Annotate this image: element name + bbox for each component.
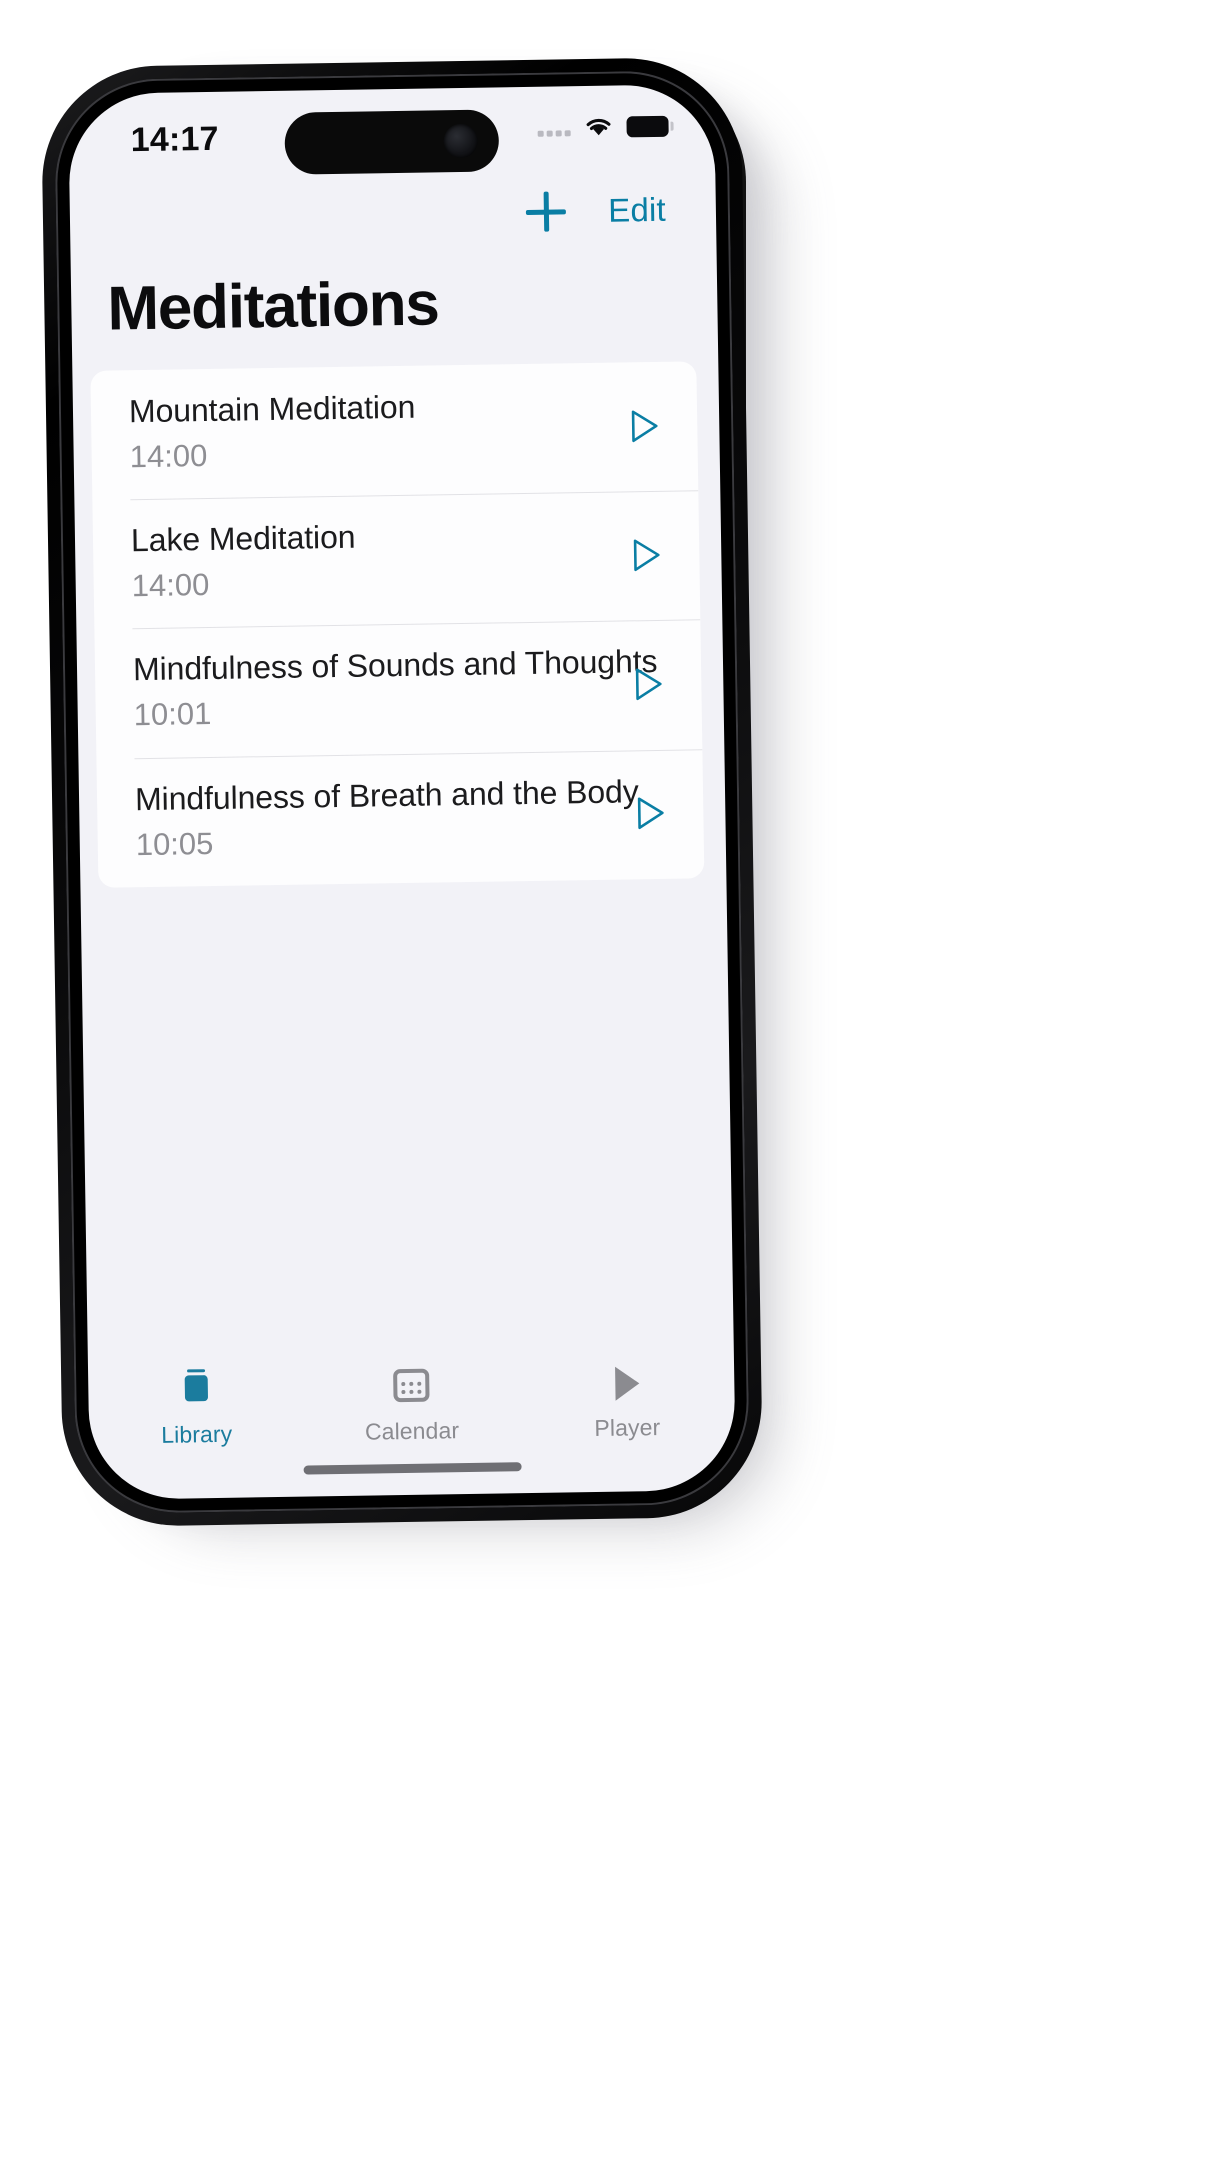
tab-calendar[interactable]: Calendar: [303, 1363, 520, 1446]
calendar-icon: [390, 1365, 433, 1410]
dynamic-island: [284, 109, 500, 175]
screenshot-canvas: 14:17 Edit Meditations Mountain Meditati…: [0, 0, 1216, 2160]
play-triangle-icon: [635, 668, 662, 701]
meditation-duration: 14:00: [131, 567, 210, 604]
tab-label: Calendar: [364, 1417, 460, 1445]
list-item[interactable]: Mindfulness of Sounds and Thoughts 10:01: [94, 620, 702, 759]
list-item[interactable]: Mountain Meditation 14:00: [90, 361, 698, 500]
play-triangle-icon: [631, 410, 658, 442]
meditation-title: Mountain Meditation: [128, 388, 416, 430]
page-title: Meditations: [106, 269, 440, 344]
phone-screen: 14:17 Edit Meditations Mountain Meditati…: [67, 84, 737, 1500]
tab-player[interactable]: Player: [519, 1360, 736, 1443]
play-button[interactable]: [625, 533, 670, 578]
meditations-list: Mountain Meditation 14:00 Lake Meditatio…: [90, 361, 705, 888]
battery-full-icon: [626, 115, 669, 137]
meditation-title: Lake Meditation: [130, 518, 356, 559]
play-button[interactable]: [623, 403, 668, 448]
play-button[interactable]: [627, 662, 672, 707]
meditation-duration: 14:00: [129, 438, 208, 475]
play-triangle-icon: [633, 539, 660, 571]
list-item[interactable]: Mindfulness of Breath and the Body 10:05: [96, 749, 704, 888]
tab-label: Player: [594, 1414, 661, 1442]
library-jar-icon: [176, 1368, 217, 1413]
play-triangle-icon: [637, 797, 664, 830]
meditation-duration: 10:01: [133, 696, 212, 733]
cellular-signal-icon: [537, 118, 571, 137]
edit-button[interactable]: Edit: [608, 191, 666, 230]
tab-label: Library: [161, 1420, 233, 1448]
front-camera-icon: [443, 123, 479, 159]
status-bar-indicators: [537, 115, 669, 139]
play-filled-icon: [606, 1361, 647, 1406]
meditation-title: Mindfulness of Breath and the Body: [134, 772, 639, 817]
status-bar-time: 14:17: [130, 119, 219, 160]
iphone-device-frame: 14:17 Edit Meditations Mountain Meditati…: [40, 56, 764, 1528]
status-bar: 14:17: [68, 84, 715, 186]
list-item[interactable]: Lake Meditation 14:00: [92, 491, 700, 630]
add-meditation-button[interactable]: [526, 191, 567, 232]
play-button[interactable]: [629, 791, 674, 836]
meditation-duration: 10:05: [135, 825, 214, 862]
tab-library[interactable]: Library: [88, 1367, 305, 1450]
wifi-icon: [586, 118, 611, 136]
tab-bar: Library Calendar Player: [88, 1350, 736, 1500]
meditation-title: Mindfulness of Sounds and Thoughts: [132, 643, 658, 688]
navigation-toolbar: Edit: [69, 176, 716, 252]
